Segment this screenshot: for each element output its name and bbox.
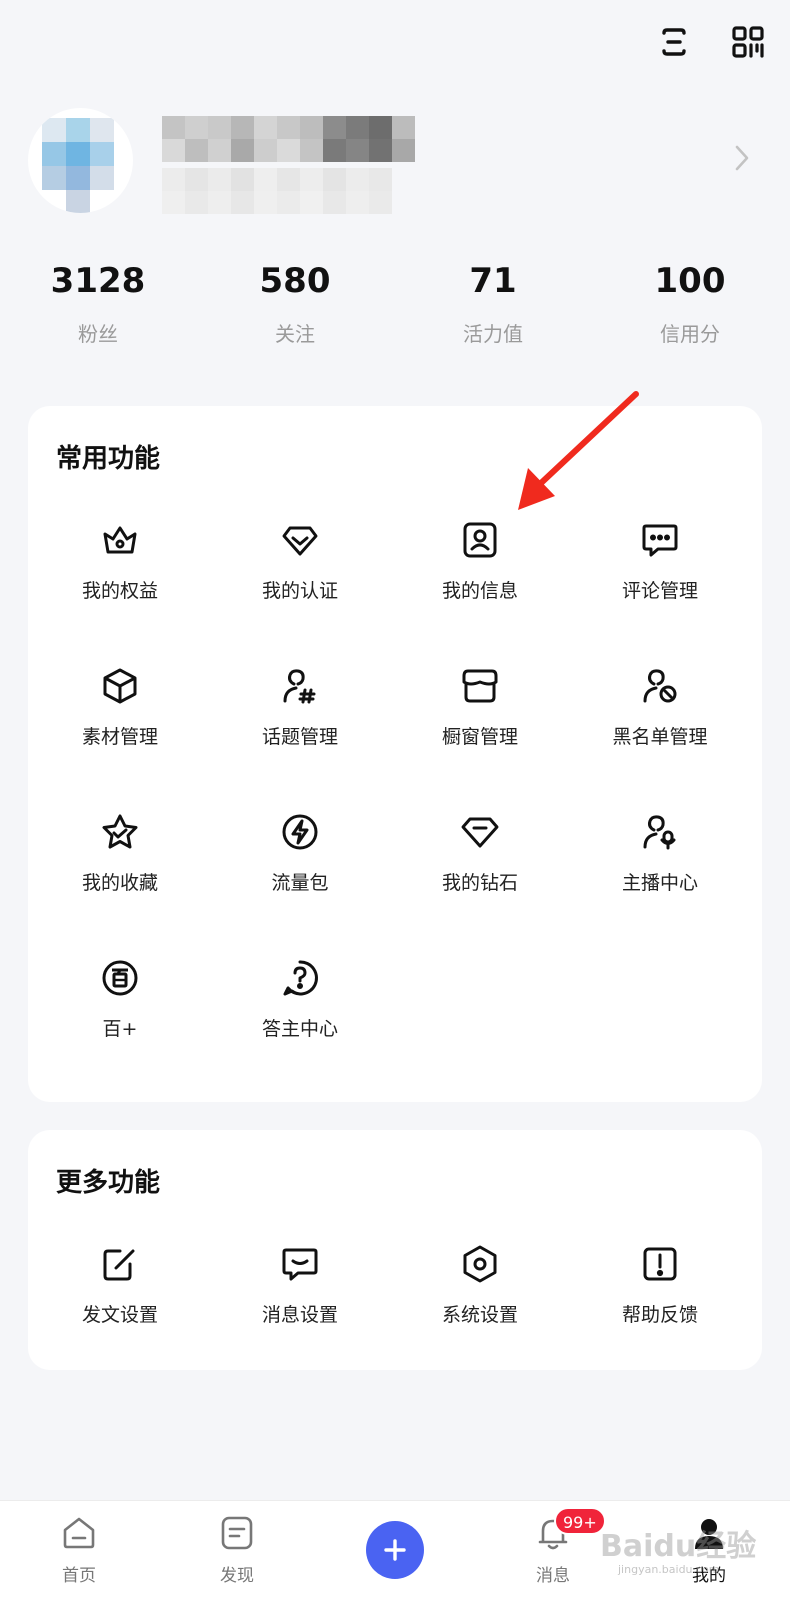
grid-item-message-settings[interactable]: 消息设置 (208, 1240, 392, 1327)
crown-icon (96, 516, 144, 564)
chevron-right-icon[interactable] (722, 138, 762, 178)
grid-item-traffic-pack[interactable]: 流量包 (208, 808, 392, 895)
grid-item-system-settings[interactable]: 系统设置 (388, 1240, 572, 1327)
grid-item-my-benefits[interactable]: 我的权益 (28, 516, 212, 603)
grid-item-topic-manage[interactable]: 话题管理 (208, 662, 392, 749)
grid-label: 百+ (102, 1018, 138, 1040)
settings-hex-icon (456, 1240, 504, 1288)
grid-label: 主播中心 (621, 872, 698, 894)
grid-label: 素材管理 (81, 726, 158, 748)
grid-label: 我的收藏 (81, 872, 158, 894)
message-icon (276, 1240, 324, 1288)
bai-plus-icon (96, 954, 144, 1002)
grid-item-help-feedback[interactable]: 帮助反馈 (568, 1240, 752, 1327)
grid-label: 流量包 (271, 872, 329, 894)
grid-item-anchor-center[interactable]: 主播中心 (568, 808, 752, 895)
tab-label: 发现 (220, 1566, 254, 1586)
stat-fans[interactable]: 3128 粉丝 (18, 258, 178, 347)
watermark-url: jingyan.baidu.com (618, 1563, 720, 1576)
grid-label: 答主中心 (261, 1018, 338, 1040)
star-icon (96, 808, 144, 856)
grid-label: 帮助反馈 (621, 1304, 698, 1326)
feedback-icon (636, 1240, 684, 1288)
avatar[interactable] (28, 108, 133, 213)
verify-icon (276, 516, 324, 564)
grid-label: 我的权益 (81, 580, 158, 602)
scan-icon[interactable] (652, 20, 696, 64)
grid-label: 评论管理 (621, 580, 698, 602)
grid-item-bai-plus[interactable]: 百+ (28, 954, 212, 1041)
grid-label: 消息设置 (261, 1304, 338, 1326)
grid-label: 我的信息 (441, 580, 518, 602)
topic-user-icon (276, 662, 324, 710)
messages-badge: 99+ (554, 1507, 606, 1535)
common-functions-card: 常用功能 我的权益 我的认证 我的信息 评论管理 素材管理 话题管理 橱窗管理 … (28, 406, 762, 1102)
grid-item-my-diamonds[interactable]: 我的钻石 (388, 808, 572, 895)
qrcode-icon[interactable] (726, 20, 770, 64)
stat-value: 580 (259, 261, 331, 301)
stat-following[interactable]: 580 关注 (215, 258, 375, 347)
stats-row: 3128 粉丝 580 关注 71 活力值 100 信用分 (0, 258, 790, 348)
grid-item-showcase-manage[interactable]: 橱窗管理 (388, 662, 572, 749)
tab-discover[interactable]: 发现 (182, 1511, 292, 1586)
stat-value: 100 (654, 261, 726, 301)
stat-label: 关注 (275, 322, 315, 346)
grid-label: 发文设置 (81, 1304, 158, 1326)
stat-value: 3128 (50, 261, 146, 301)
anchor-icon (636, 808, 684, 856)
grid-label: 橱窗管理 (441, 726, 518, 748)
publish-plus-button[interactable] (366, 1521, 424, 1579)
grid-label: 我的认证 (261, 580, 338, 602)
home-icon (57, 1511, 101, 1555)
profile-card-icon (456, 516, 504, 564)
watermark-text: Baidu经验 (600, 1529, 757, 1564)
grid-item-my-favorites[interactable]: 我的收藏 (28, 808, 212, 895)
grid-label: 话题管理 (261, 726, 338, 748)
stat-value: 71 (469, 261, 517, 301)
stat-label: 信用分 (660, 322, 720, 346)
top-bar (652, 20, 770, 64)
question-icon (276, 954, 324, 1002)
diamond-icon (456, 808, 504, 856)
bottom-tab-bar: 首页 发现 消息 99+ 我的 Baidu经验 jingyan.baidu.co… (0, 1500, 790, 1600)
plus-icon (384, 1539, 406, 1561)
grid-label: 黑名单管理 (612, 726, 708, 748)
tab-label: 消息 (536, 1566, 570, 1586)
grid-item-my-verification[interactable]: 我的认证 (208, 516, 392, 603)
box-icon (96, 662, 144, 710)
tab-home[interactable]: 首页 (24, 1511, 134, 1586)
grid-label: 系统设置 (441, 1304, 518, 1326)
section-title: 常用功能 (56, 444, 161, 474)
shop-icon (456, 662, 504, 710)
lightning-icon (276, 808, 324, 856)
grid-item-blacklist-manage[interactable]: 黑名单管理 (568, 662, 752, 749)
more-functions-card: 更多功能 发文设置 消息设置 系统设置 帮助反馈 (28, 1130, 762, 1370)
block-user-icon (636, 662, 684, 710)
grid-item-comment-manage[interactable]: 评论管理 (568, 516, 752, 603)
stat-label: 活力值 (463, 322, 523, 346)
grid-label: 我的钻石 (441, 872, 518, 894)
stat-vitality[interactable]: 71 活力值 (413, 258, 573, 347)
tab-label: 首页 (62, 1566, 96, 1586)
stat-label: 粉丝 (78, 322, 118, 346)
stat-credit[interactable]: 100 信用分 (610, 258, 770, 347)
section-title: 更多功能 (56, 1168, 161, 1198)
grid-item-material-manage[interactable]: 素材管理 (28, 662, 212, 749)
edit-icon (96, 1240, 144, 1288)
discover-icon (215, 1511, 259, 1555)
grid-item-answerer-center[interactable]: 答主中心 (208, 954, 392, 1041)
grid-item-my-info[interactable]: 我的信息 (388, 516, 572, 603)
grid-item-post-settings[interactable]: 发文设置 (28, 1240, 212, 1327)
profile-header[interactable] (28, 108, 762, 216)
comment-icon (636, 516, 684, 564)
username-blurred (162, 116, 442, 216)
